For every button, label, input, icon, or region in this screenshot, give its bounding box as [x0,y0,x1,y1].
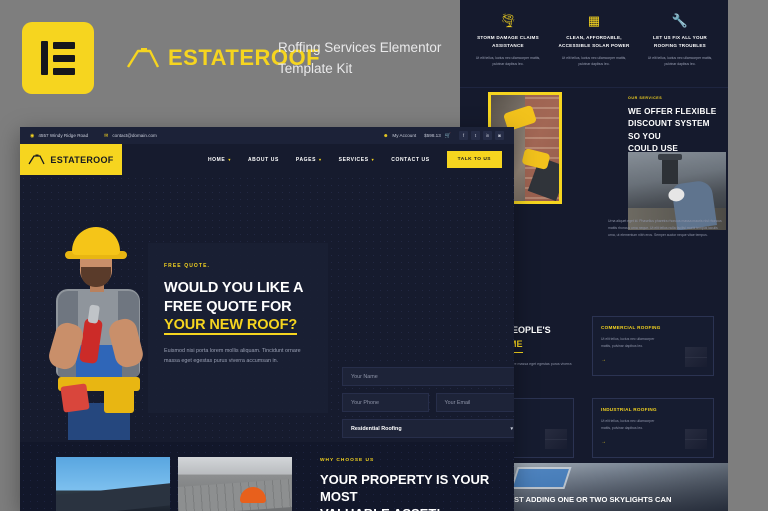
discount-line-2: DISCOUNT SYSTEM SO YOU [628,119,710,141]
feature-item[interactable]: 🌪 STORM DAMAGE CLAIMS ASSISTANCE Ut elit… [466,14,550,67]
why-eyebrow: WHY CHOOSE US [320,458,375,463]
foreground-site-preview: ◉ 4557 Windy Ridge Road ✉ contact@domain… [20,127,514,511]
kit-title: Roffing Services Elementor Template Kit [278,40,442,76]
roofer-orange-helmet-photo[interactable] [178,457,292,511]
hero-heading: WOULD YOU LIKE A FREE QUOTE FOR YOUR NEW… [164,279,312,336]
user-icon: ☻ [383,132,389,139]
service-card-text: Ut elit tellus, luctus nec ullamcorper m… [601,337,655,348]
service-select-value: Residential Roofing [351,425,402,432]
nav-label: PAGES [295,156,317,163]
why-choose-us-text: WHY CHOOSE US YOUR PROPERTY IS YOUR MOST… [320,458,514,511]
email-item[interactable]: ✉ contact@domain.com [104,133,157,139]
nav-item-home[interactable]: HOME ▾ [208,157,231,163]
instagram-icon[interactable]: ◙ [495,131,504,140]
linkedin-icon[interactable]: in [483,131,492,140]
address-item: ◉ 4557 Windy Ridge Road [30,133,88,139]
chevron-down-icon: ▾ [319,157,322,162]
email-text: contact@domain.com [112,133,157,138]
divider [460,87,728,89]
social-links: f t in ◙ [459,131,504,140]
why-line-1: YOUR PROPERTY IS YOUR MOST [320,472,490,505]
gallery-strip [56,457,292,511]
email-input[interactable]: Your Email [435,393,514,412]
nav-item-contact-us[interactable]: CONTACT US [391,157,429,163]
chimney-pipe [658,154,682,184]
discount-line-1: WE OFFER FLEXIBLE [628,107,717,116]
my-account-link[interactable]: ☻ My Account [383,133,416,139]
tornado-icon: 🌪 [499,13,517,28]
roof-house-icon [28,154,45,165]
hero-highlight: YOUR NEW ROOF? [164,317,298,336]
nav-label: CONTACT US [391,156,430,163]
feature-item[interactable]: 🔧 LET US FIX ALL YOUR ROOFING TROUBLES U… [638,14,722,67]
hero-eyebrow: FREE QUOTE. [164,263,210,269]
feature-title: LET US FIX ALL YOUR ROOFING TROUBLES [653,35,707,48]
drill-icon: 🔧 [671,13,689,28]
service-card-title: INDUSTRIAL ROOFING [601,407,657,412]
elementor-logo-icon [22,22,94,94]
discount-body: Urna aliquet eget id. Phasellus pharetra… [608,219,722,238]
cart-total: $598.13 [424,133,441,138]
navigation-bar: ESTATEROOF HOME ▾ ABOUT US PAGES ▾ SERVI… [20,144,514,175]
nav-item-services[interactable]: SERVICES ▾ [339,157,375,163]
brand-header: ESTATEROOF [22,22,320,94]
feature-title: STORM DAMAGE CLAIMS ASSISTANCE [477,35,539,48]
nav-label: SERVICES [338,156,369,163]
facebook-icon[interactable]: f [459,131,468,140]
feature-strip: 🌪 STORM DAMAGE CLAIMS ASSISTANCE Ut elit… [460,0,728,77]
nav-item-about-us[interactable]: ABOUT US [248,157,279,163]
roof-house-icon [126,48,160,68]
hero-quote-card: FREE QUOTE. WOULD YOU LIKE A FREE QUOTE … [148,243,328,413]
chevron-down-icon: ▾ [510,425,513,432]
service-card-title: COMMERCIAL ROOFING [601,325,661,330]
feature-text: Ut elit tellus, luctus nec ullamcorper m… [561,56,627,67]
skylight-window [510,467,572,489]
service-card-text: Ut elit tellus, luctus nec ullamcorper m… [601,419,655,430]
solar-panel-icon: ▦ [587,13,601,28]
worker-with-drill-photo [38,227,156,440]
chevron-down-icon: ▾ [228,157,231,162]
service-card-industrial[interactable]: INDUSTRIAL ROOFING Ut elit tellus, luctu… [592,398,714,458]
service-card-commercial[interactable]: COMMERCIAL ROOFING Ut elit tellus, luctu… [592,316,714,376]
hero-line-1: WOULD YOU LIKE A [164,280,304,296]
my-account-label: My Account [392,133,417,138]
skylight-caption: ST ADDING ONE OR TWO SKYLIGHTS CAN [514,495,672,504]
talk-to-us-button[interactable]: TALK TO US [446,151,502,168]
nav-logo-text: ESTATEROOF [50,154,114,165]
map-pin-icon: ◉ [30,132,35,139]
feature-item[interactable]: ▦ CLEAN, AFFORDABLE, ACCESSIBLE SOLAR PO… [552,14,636,67]
blue-sky-roof-photo[interactable] [56,457,170,511]
nav-logo[interactable]: ESTATEROOF [20,144,122,175]
feature-title: CLEAN, AFFORDABLE, ACCESSIBLE SOLAR POWE… [558,35,630,48]
hero-line-2: FREE QUOTE FOR [164,298,292,315]
address-text: 4557 Windy Ridge Road [38,133,89,138]
cart-icon: 🛒 [444,132,451,139]
twitter-icon[interactable]: t [471,131,480,140]
house-icon [545,429,567,449]
name-input[interactable]: Your Name [342,367,514,386]
screenshot-root: 🌪 STORM DAMAGE CLAIMS ASSISTANCE Ut elit… [0,0,768,511]
factory-icon [685,429,707,449]
feature-text: Ut elit tellus, luctus nec ullamcorper m… [647,56,713,67]
why-line-2: VALUABLE ASSET! [320,506,441,511]
building-icon [685,347,707,367]
envelope-icon: ✉ [104,132,109,139]
nav-links: HOME ▾ ABOUT US PAGES ▾ SERVICES ▾ CONTA… [122,144,514,175]
why-heading: YOUR PROPERTY IS YOUR MOST VALUABLE ASSE… [320,471,514,511]
phone-input[interactable]: Your Phone [342,393,429,412]
nav-label: HOME [207,156,226,163]
service-select[interactable]: Residential Roofing ▾ [342,419,514,438]
top-bar: ◉ 4557 Windy Ridge Road ✉ contact@domain… [20,127,514,144]
skylight-photo: ST ADDING ONE OR TWO SKYLIGHTS CAN [484,463,728,511]
discount-eyebrow: OUR SERVICES [628,96,663,100]
nav-item-pages[interactable]: PAGES ▾ [296,157,322,163]
feature-text: Ut elit tellus, luctus nec ullamcorper m… [475,56,541,67]
chevron-down-icon: ▾ [371,157,375,162]
nav-label: ABOUT US [247,156,279,163]
cart-widget[interactable]: $598.13 🛒 [424,133,451,139]
hero-body: Euismod nisi porta lorem mollis aliquam.… [164,347,301,365]
